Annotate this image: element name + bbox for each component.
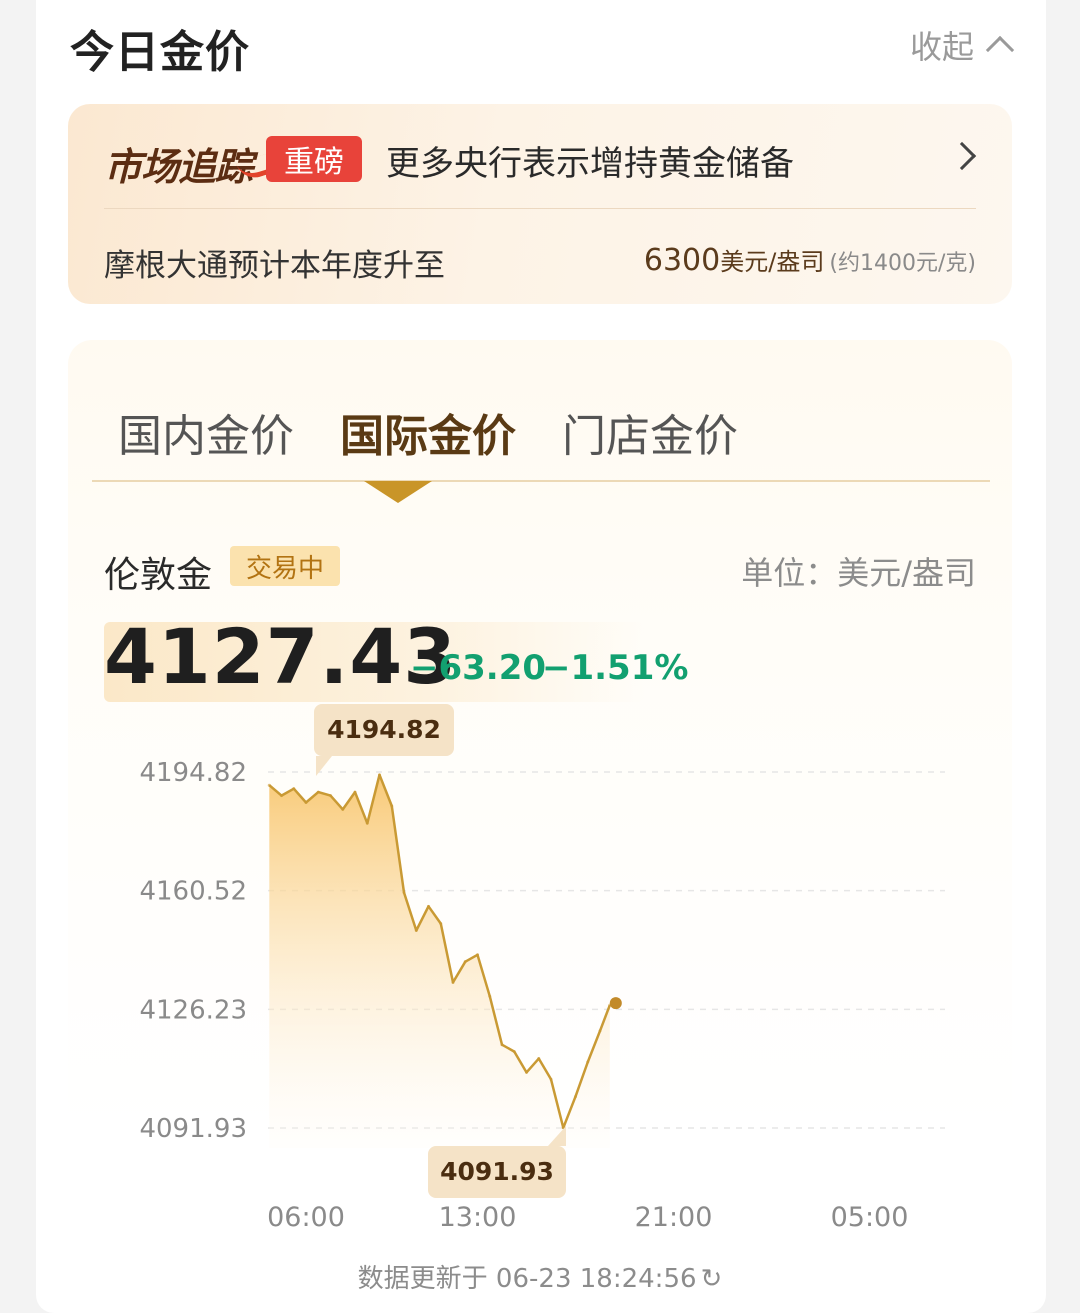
x-tick-label: 21:00: [635, 1202, 713, 1233]
x-tick-label: 13:00: [439, 1202, 517, 1233]
y-tick-label: 4194.82: [139, 758, 247, 788]
data-point: [341, 807, 345, 811]
data-point: [549, 1077, 553, 1081]
y-tick-label: 4091.93: [139, 1114, 247, 1144]
price-area: [269, 774, 610, 1148]
data-point: [378, 773, 381, 777]
data-point: [451, 980, 455, 984]
refresh-icon[interactable]: ↻: [701, 1264, 723, 1294]
update-timestamp: 数据更新于 06-23 18:24:56 ↻: [0, 1258, 1080, 1295]
data-point: [439, 922, 443, 926]
data-point: [304, 801, 308, 805]
data-point: [427, 904, 430, 908]
data-point: [316, 790, 320, 794]
max-callout-label: 4194.82: [327, 715, 441, 744]
data-point: [365, 821, 369, 825]
data-point: [598, 1029, 602, 1033]
data-point: [402, 890, 406, 894]
data-point: [280, 794, 283, 798]
data-point: [329, 794, 332, 798]
min-callout-label: 4091.93: [440, 1157, 554, 1186]
data-point: [586, 1060, 590, 1064]
data-point: [525, 1070, 528, 1074]
data-point: [476, 953, 479, 957]
y-tick-label: 4126.23: [139, 995, 247, 1025]
x-tick-label: 05:00: [831, 1202, 909, 1233]
x-tick-label: 06:00: [267, 1202, 345, 1233]
data-point: [488, 994, 492, 998]
update-text: 数据更新于 06-23 18:24:56: [357, 1264, 697, 1294]
data-point: [353, 790, 357, 794]
data-point: [574, 1095, 577, 1099]
data-point: [500, 1043, 504, 1047]
data-point: [267, 783, 271, 787]
data-point: [292, 787, 296, 791]
data-point: [390, 804, 394, 808]
y-tick-label: 4160.52: [139, 877, 247, 907]
data-point: [463, 960, 467, 964]
price-chart[interactable]: 4194.82 4160.52 4126.23 4091.93 06:00 13:00 21…: [0, 0, 1080, 1313]
data-point: [512, 1050, 516, 1054]
data-point: [537, 1057, 541, 1061]
current-point-dot: [609, 997, 622, 1010]
max-callout-pointer: [316, 756, 332, 776]
data-point: [414, 929, 418, 933]
